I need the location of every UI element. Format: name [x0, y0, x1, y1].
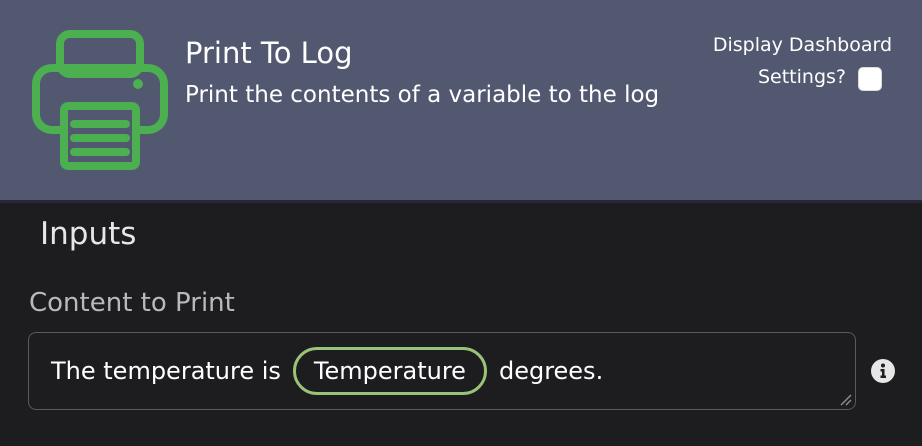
variable-pill-temperature[interactable]: Temperature	[292, 347, 487, 395]
block-description: Print the contents of a variable to the …	[185, 82, 660, 108]
content-to-print-field[interactable]: The temperature is Temperature degrees.	[28, 332, 856, 410]
content-text-after: degrees.	[498, 357, 604, 385]
block-title: Print To Log	[185, 36, 353, 70]
header-divider	[0, 200, 922, 203]
dashboard-settings-checkbox[interactable]	[858, 67, 882, 91]
content-text[interactable]: The temperature is Temperature degrees.	[51, 345, 603, 397]
resize-handle-icon[interactable]	[837, 391, 853, 407]
dashboard-settings-label: Display Dashboard	[712, 34, 892, 56]
dashboard-settings-label-line2: Settings?	[757, 66, 846, 88]
block-header: Print To Log Print the contents of a var…	[0, 0, 922, 200]
info-icon[interactable]	[871, 359, 895, 383]
content-text-before: The temperature is	[51, 357, 281, 385]
printer-icon	[32, 30, 168, 170]
content-to-print-label: Content to Print	[29, 288, 235, 318]
inputs-section-title: Inputs	[40, 216, 137, 252]
